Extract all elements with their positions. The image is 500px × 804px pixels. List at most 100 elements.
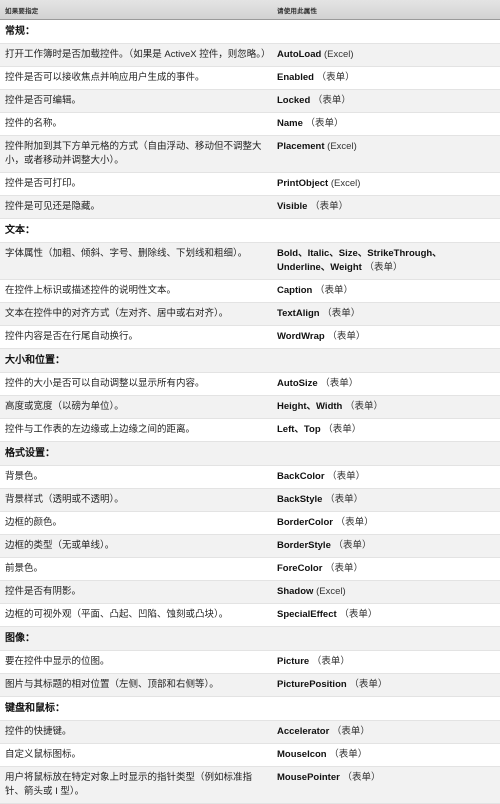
table-row: 用户将鼠标放在特定对象上时显示的指针类型（例如标准指针、箭头或 I 型）。 Mou… [0, 766, 500, 804]
property-name: Visible [277, 201, 308, 212]
description-text: 边框的类型（无或单线）。 [5, 540, 115, 551]
cell-property: Placement (Excel) [272, 135, 500, 173]
description-text: 在控件上标识或描述控件的说明性文本。 [5, 285, 177, 296]
property-name: Left、Top [277, 424, 321, 435]
description-text: 控件是否可编辑。 [5, 95, 82, 106]
control-properties-table: 如果要指定 请使用此属性 常规： 打开工作簿时是否加载控件。（如果是 Active… [0, 0, 500, 804]
property-name: AutoLoad [277, 49, 322, 60]
table-row: 边框的颜色。 BorderColor （表单） [0, 511, 500, 535]
cell-property: AutoSize （表单） [272, 372, 500, 396]
property-name: ForeColor [277, 563, 323, 574]
cell-description: 边框的颜色。 [0, 511, 272, 535]
property-name: Height、Width [277, 401, 343, 412]
cell-property: TextAlign （表单） [272, 302, 500, 326]
property-suffix: （表单） [312, 95, 351, 106]
cell-description: 打开工作簿时是否加载控件。（如果是 ActiveX 控件，则忽略。） [0, 43, 272, 67]
table-row: 要在控件中显示的位图。 Picture （表单） [0, 650, 500, 674]
cell-description: 字体属性（加粗、倾斜、字号、删除线、下划线和粗细）。 [0, 242, 272, 280]
property-suffix: （表单） [329, 749, 368, 760]
cell-description: 边框的可视外观（平面、凸起、凹陷、蚀刻或凸块）。 [0, 603, 272, 627]
cell-property: Caption （表单） [272, 279, 500, 303]
cell-description: 控件是否可编辑。 [0, 89, 272, 113]
property-suffix: （表单） [322, 308, 361, 319]
property-name: MousePointer [277, 772, 340, 783]
property-name: Picture [277, 656, 310, 667]
description-text: 边框的可视外观（平面、凸起、凹陷、蚀刻或凸块）。 [5, 609, 229, 620]
table-row: 前景色。 ForeColor （表单） [0, 557, 500, 581]
cell-property: MousePointer （表单） [272, 766, 500, 804]
table-row: 边框的可视外观（平面、凸起、凹陷、蚀刻或凸块）。 SpecialEffect （表… [0, 603, 500, 627]
column-header-description: 如果要指定 [0, 0, 272, 20]
property-suffix: (Excel) [323, 49, 354, 60]
property-suffix: （表单） [310, 201, 349, 212]
cell-property: BorderColor （表单） [272, 511, 500, 535]
property-name: AutoSize [277, 378, 318, 389]
description-text: 要在控件中显示的位图。 [5, 656, 110, 667]
cell-property: Name （表单） [272, 112, 500, 136]
section-header-row: 图像： [0, 626, 500, 651]
cell-description: 控件附加到其下方单元格的方式（自由浮动、移动但不调整大小，或者移动并调整大小）。 [0, 135, 272, 173]
cell-description: 文本在控件中的对齐方式（左对齐、居中或右对齐）。 [0, 302, 272, 326]
cell-description: 背景色。 [0, 465, 272, 489]
cell-description: 高度或宽度（以磅为单位）。 [0, 395, 272, 419]
cell-description: 控件是否可打印。 [0, 172, 272, 196]
description-text: 控件附加到其下方单元格的方式（自由浮动、移动但不调整大小，或者移动并调整大小）。 [5, 141, 262, 166]
table-row: 字体属性（加粗、倾斜、字号、删除线、下划线和粗细）。 Bold、Italic、Si… [0, 242, 500, 280]
property-suffix: （表单） [349, 679, 388, 690]
property-suffix: （表单） [345, 401, 384, 412]
property-name: BorderColor [277, 517, 333, 528]
header-row: 如果要指定 请使用此属性 [0, 0, 500, 20]
table-row: 控件是可见还是隐藏。 Visible （表单） [0, 195, 500, 219]
table-row: 边框的类型（无或单线）。 BorderStyle （表单） [0, 534, 500, 558]
table-row: 控件与工作表的左边缘或上边缘之间的距离。 Left、Top （表单） [0, 418, 500, 442]
property-name: SpecialEffect [277, 609, 337, 620]
table-row: 控件的名称。 Name （表单） [0, 112, 500, 136]
description-text: 用户将鼠标放在特定对象上时显示的指针类型（例如标准指针、箭头或 I 型）。 [5, 772, 253, 797]
section-title: 文本： [0, 218, 500, 243]
section-header-row: 格式设置： [0, 441, 500, 466]
description-text: 文本在控件中的对齐方式（左对齐、居中或右对齐）。 [5, 308, 229, 319]
property-suffix: （表单） [339, 609, 378, 620]
description-text: 背景色。 [5, 471, 44, 482]
description-text: 控件是可见还是隐藏。 [5, 201, 101, 212]
description-text: 背景样式（透明或不透明）。 [5, 494, 124, 505]
section-title: 格式设置： [0, 441, 500, 466]
description-text: 控件的快捷键。 [5, 726, 72, 737]
table-row: 文本在控件中的对齐方式（左对齐、居中或右对齐）。 TextAlign （表单） [0, 302, 500, 326]
property-name: Name [277, 118, 303, 129]
property-suffix: （表单） [305, 118, 344, 129]
property-name: WordWrap [277, 331, 325, 342]
description-text: 边框的颜色。 [5, 517, 63, 528]
property-suffix: （表单） [364, 262, 403, 273]
description-text: 控件是否有阴影。 [5, 586, 82, 597]
property-suffix: （表单） [316, 72, 355, 83]
property-name: Enabled [277, 72, 314, 83]
property-suffix: （表单） [320, 378, 359, 389]
cell-property: SpecialEffect （表单） [272, 603, 500, 627]
cell-description: 用户将鼠标放在特定对象上时显示的指针类型（例如标准指针、箭头或 I 型）。 [0, 766, 272, 804]
table-row: 高度或宽度（以磅为单位）。 Height、Width （表单） [0, 395, 500, 419]
cell-property: Accelerator （表单） [272, 720, 500, 744]
property-name: PrintObject [277, 178, 329, 189]
property-name: Shadow [277, 586, 314, 597]
cell-property: BackStyle （表单） [272, 488, 500, 512]
property-suffix: （表单） [327, 331, 366, 342]
property-name: TextAlign [277, 308, 320, 319]
property-name: Locked [277, 95, 311, 106]
property-suffix: （表单） [342, 772, 381, 783]
cell-property: MouseIcon （表单） [272, 743, 500, 767]
cell-description: 在控件上标识或描述控件的说明性文本。 [0, 279, 272, 303]
description-text: 字体属性（加粗、倾斜、字号、删除线、下划线和粗细）。 [5, 248, 248, 259]
description-text: 控件与工作表的左边缘或上边缘之间的距离。 [5, 424, 196, 435]
table-body: 常规： 打开工作簿时是否加载控件。（如果是 ActiveX 控件，则忽略。） Aut… [0, 19, 500, 804]
cell-description: 自定义鼠标图标。 [0, 743, 272, 767]
cell-property: BackColor （表单） [272, 465, 500, 489]
table-header: 如果要指定 请使用此属性 [0, 0, 500, 20]
property-name: Caption [277, 285, 313, 296]
cell-description: 前景色。 [0, 557, 272, 581]
section-title: 大小和位置： [0, 348, 500, 373]
section-header-row: 文本： [0, 218, 500, 243]
table-row: 打开工作簿时是否加载控件。（如果是 ActiveX 控件，则忽略。） AutoLo… [0, 43, 500, 67]
cell-property: Shadow (Excel) [272, 580, 500, 604]
property-name: MouseIcon [277, 749, 327, 760]
